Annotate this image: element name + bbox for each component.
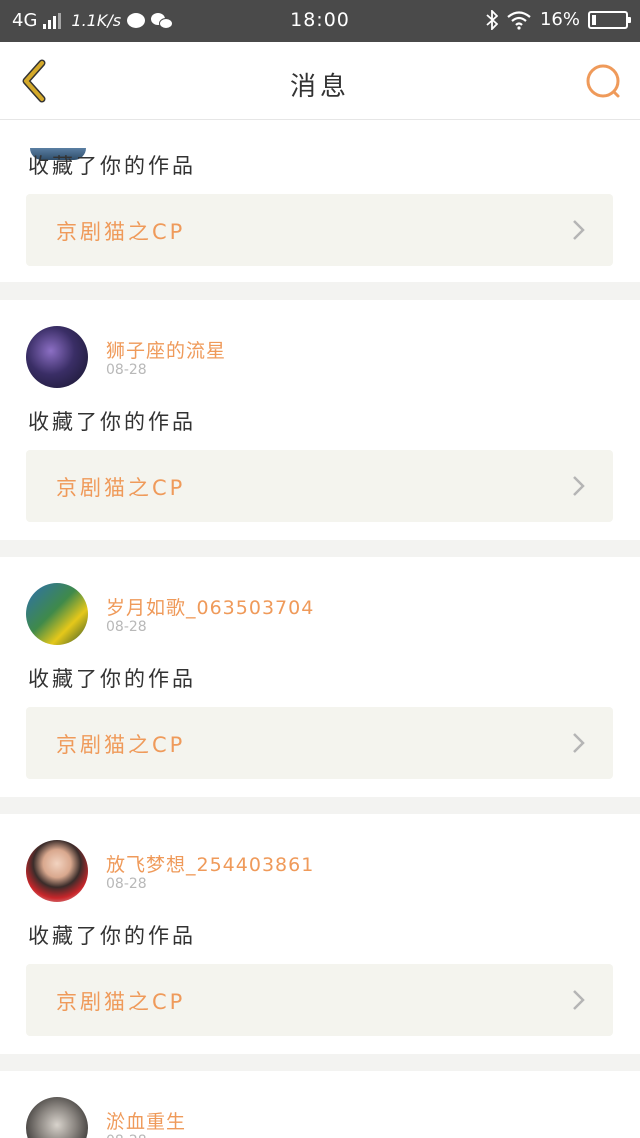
nav-bar: 消息 bbox=[0, 42, 640, 120]
battery-percent: 16% bbox=[539, 9, 580, 30]
avatar[interactable] bbox=[26, 326, 88, 388]
timestamp: 08-28 bbox=[106, 619, 147, 635]
notification-card[interactable]: 淤血重生 08-28 bbox=[0, 1071, 640, 1138]
timestamp: 08-28 bbox=[106, 876, 147, 892]
avatar[interactable] bbox=[26, 583, 88, 645]
status-bar: 4G 1.1K/s 18:00 16% bbox=[0, 0, 640, 42]
chevron-right-icon bbox=[573, 476, 585, 496]
timestamp: 08-28 bbox=[106, 1133, 147, 1138]
user-name[interactable]: 狮子座的流星 bbox=[106, 336, 226, 363]
work-title: 京剧猫之CP bbox=[56, 733, 186, 757]
search-icon[interactable] bbox=[584, 62, 624, 102]
timestamp: 08-28 bbox=[106, 362, 147, 378]
chevron-right-icon bbox=[573, 733, 585, 753]
work-link[interactable]: 京剧猫之CP bbox=[26, 964, 613, 1036]
work-title: 京剧猫之CP bbox=[56, 220, 186, 244]
work-link[interactable]: 京剧猫之CP bbox=[26, 450, 613, 522]
chevron-right-icon bbox=[573, 220, 585, 240]
wifi-icon bbox=[507, 10, 531, 30]
notification-card[interactable]: 狮子座的流星 08-28 收藏了你的作品 京剧猫之CP bbox=[0, 300, 640, 540]
action-text: 收藏了你的作品 bbox=[28, 667, 196, 691]
work-link[interactable]: 京剧猫之CP bbox=[26, 707, 613, 779]
user-name[interactable]: 淤血重生 bbox=[106, 1107, 186, 1134]
bluetooth-icon bbox=[486, 9, 498, 30]
page-title: 消息 bbox=[289, 72, 350, 102]
work-title: 京剧猫之CP bbox=[56, 476, 186, 500]
avatar[interactable] bbox=[26, 840, 88, 902]
battery-icon bbox=[588, 10, 631, 29]
notification-list[interactable]: 收藏了你的作品 京剧猫之CP 狮子座的流星 08-28 收藏了你的作品 京剧猫之… bbox=[0, 120, 640, 1138]
action-text: 收藏了你的作品 bbox=[28, 410, 196, 434]
chevron-right-icon bbox=[573, 990, 585, 1010]
action-text: 收藏了你的作品 bbox=[28, 924, 196, 948]
work-title: 京剧猫之CP bbox=[56, 990, 186, 1014]
user-name[interactable]: 放飞梦想_254403861 bbox=[106, 850, 314, 877]
notification-card[interactable]: 放飞梦想_254403861 08-28 收藏了你的作品 京剧猫之CP bbox=[0, 814, 640, 1054]
notification-card[interactable]: 岁月如歌_063503704 08-28 收藏了你的作品 京剧猫之CP bbox=[0, 557, 640, 797]
avatar[interactable] bbox=[26, 1097, 88, 1138]
action-text: 收藏了你的作品 bbox=[28, 154, 196, 178]
notification-card[interactable]: 收藏了你的作品 京剧猫之CP bbox=[0, 120, 640, 282]
user-name[interactable]: 岁月如歌_063503704 bbox=[106, 593, 314, 620]
work-link[interactable]: 京剧猫之CP bbox=[26, 194, 613, 266]
